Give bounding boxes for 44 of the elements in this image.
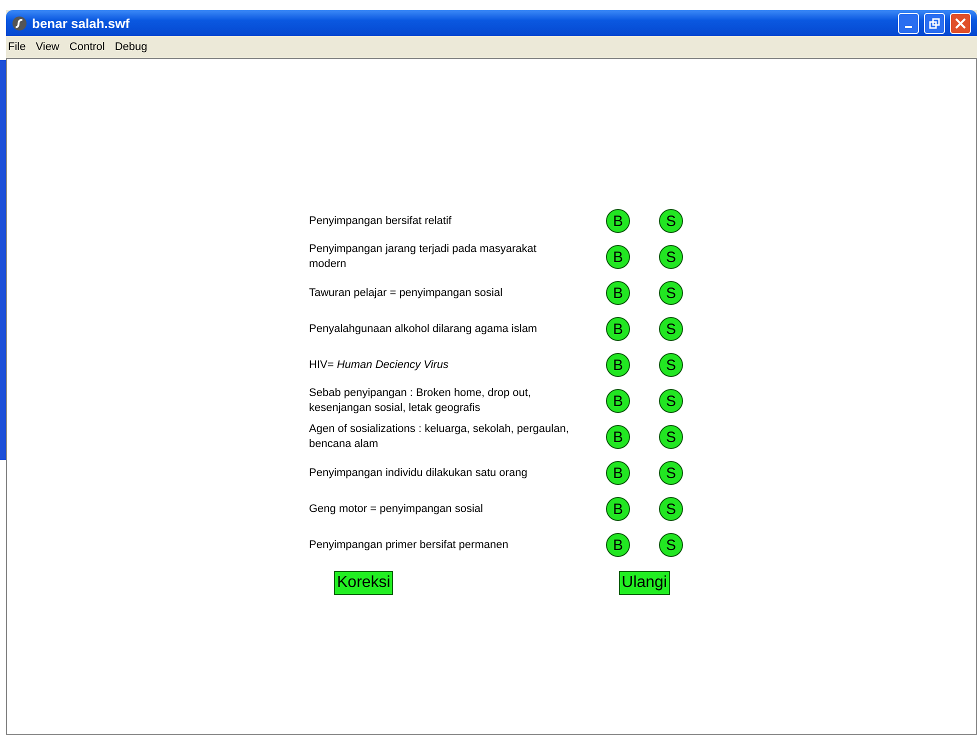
true-button[interactable]: B — [606, 353, 630, 377]
false-button[interactable]: S — [659, 317, 683, 341]
false-button[interactable]: S — [659, 245, 683, 269]
true-button[interactable]: B — [606, 461, 630, 485]
question-text: Penyimpangan bersifat relatif — [309, 214, 452, 228]
question-text: Geng motor = penyimpangan sosial — [309, 502, 484, 516]
true-button[interactable]: B — [606, 281, 630, 305]
false-button[interactable]: S — [659, 281, 683, 305]
true-button[interactable]: B — [606, 209, 630, 233]
question-text: Sebab penyipangan : Broken home, drop out, kesenjangan sosial, letak geografis — [309, 386, 532, 416]
true-button[interactable]: B — [606, 317, 630, 341]
true-button[interactable]: B — [606, 425, 630, 449]
menu-item[interactable]: File — [8, 41, 26, 53]
minimize-icon — [905, 26, 912, 28]
menu-item[interactable]: Control — [69, 41, 105, 53]
false-button[interactable]: S — [659, 389, 683, 413]
minimize-button[interactable] — [898, 12, 919, 34]
true-button[interactable]: B — [606, 533, 630, 557]
question-text: Tawuran pelajar = penyimpangan sosial — [309, 286, 504, 300]
restore-button[interactable] — [924, 12, 945, 34]
close-icon — [955, 18, 966, 28]
menu-item[interactable]: View — [36, 41, 60, 53]
question-text: HIV= Human Deciency Virus — [309, 358, 450, 372]
question-text: Penyimpangan individu dilakukan satu orang — [309, 466, 528, 480]
flash-icon — [12, 16, 27, 30]
false-button[interactable]: S — [659, 353, 683, 377]
window-title: benar salah.swf — [32, 16, 131, 30]
true-button[interactable]: B — [606, 245, 630, 269]
question-text: Agen of sosializations : keluarga, sekolah, pergaulan, bencana alam — [309, 422, 570, 452]
true-button[interactable]: B — [606, 389, 630, 413]
false-button[interactable]: S — [659, 209, 683, 233]
false-button[interactable]: S — [659, 533, 683, 557]
question-text: Penyalahgunaan alkohol dilarang agama islam — [309, 322, 538, 336]
true-button[interactable]: B — [606, 497, 630, 521]
false-button[interactable]: S — [659, 497, 683, 521]
restore-icon — [929, 18, 940, 28]
reset-button[interactable]: Ulangi — [618, 571, 670, 595]
false-button[interactable]: S — [659, 461, 683, 485]
menu-item[interactable]: Debug — [114, 41, 148, 53]
question-text: Penyimpangan primer bersifat permanen — [309, 538, 510, 552]
close-button[interactable] — [950, 12, 971, 34]
question-text: Penyimpangan jarang terjadi pada masyarakat modern — [309, 242, 538, 272]
correct-button[interactable]: Koreksi — [334, 571, 394, 595]
false-button[interactable]: S — [659, 425, 683, 449]
